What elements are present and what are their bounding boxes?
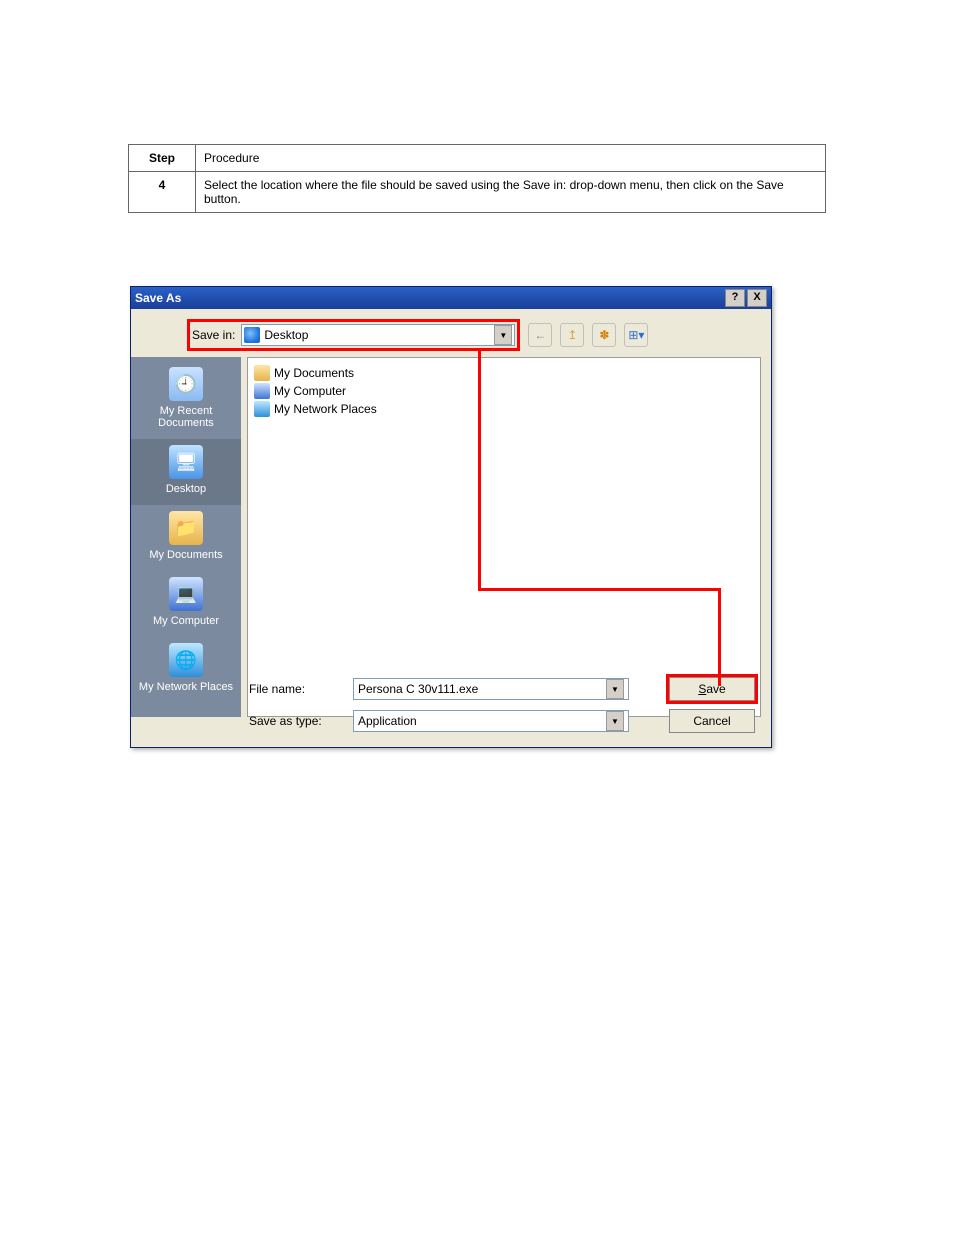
save-as-type-dropdown[interactable]: Application ▼ — [353, 710, 629, 732]
places-network[interactable]: 🌐 My Network Places — [131, 637, 241, 703]
places-computer-label: My Computer — [131, 615, 241, 627]
window-title: Save As — [135, 291, 181, 305]
help-button[interactable]: ? — [725, 289, 745, 307]
back-icon[interactable]: ← — [528, 323, 552, 347]
filename-value: Persona C 30v111.exe — [358, 682, 478, 696]
titlebar: Save As ? X — [131, 287, 771, 309]
save-in-label: Save in: — [192, 328, 235, 342]
my-computer-icon: 💻 — [169, 577, 203, 611]
desktop-icon: 🖥 — [169, 445, 203, 479]
save-as-dialog: Save As ? X Save in: Desktop ▼ ← ↥ ✽ ⊞▾ — [130, 286, 772, 748]
list-item[interactable]: My Computer — [254, 382, 754, 400]
list-item[interactable]: My Network Places — [254, 400, 754, 418]
file-label: My Computer — [274, 384, 346, 398]
my-computer-icon — [254, 383, 270, 399]
save-in-dropdown[interactable]: Desktop ▼ — [241, 324, 515, 346]
chevron-down-icon[interactable]: ▼ — [606, 711, 624, 731]
file-label: My Documents — [274, 366, 354, 380]
save-button[interactable]: Save — [669, 677, 755, 701]
places-documents[interactable]: 📁 My Documents — [131, 505, 241, 571]
places-recent-label: My Recent Documents — [131, 405, 241, 429]
annotation-line — [718, 588, 721, 686]
places-bar: 🕘 My Recent Documents 🖥 Desktop 📁 My Doc… — [131, 357, 241, 717]
places-computer[interactable]: 💻 My Computer — [131, 571, 241, 637]
recent-documents-icon: 🕘 — [169, 367, 203, 401]
list-item[interactable]: My Documents — [254, 364, 754, 382]
save-in-highlight: Save in: Desktop ▼ — [187, 319, 520, 351]
close-button[interactable]: X — [747, 289, 767, 307]
file-label: My Network Places — [274, 402, 377, 416]
save-in-value: Desktop — [264, 328, 308, 342]
places-documents-label: My Documents — [131, 549, 241, 561]
save-as-type-label: Save as type: — [249, 714, 353, 728]
toolbar: Save in: Desktop ▼ ← ↥ ✽ ⊞▾ — [131, 309, 771, 357]
places-desktop[interactable]: 🖥 Desktop — [131, 439, 241, 505]
my-network-places-icon — [254, 401, 270, 417]
instr-header-procedure: Procedure — [196, 145, 826, 172]
save-as-type-value: Application — [358, 714, 417, 728]
my-network-places-icon: 🌐 — [169, 643, 203, 677]
folder-icon — [254, 365, 270, 381]
file-list[interactable]: My Documents My Computer My Network Plac… — [247, 357, 761, 717]
my-documents-icon: 📁 — [169, 511, 203, 545]
places-desktop-label: Desktop — [131, 483, 241, 495]
places-recent[interactable]: 🕘 My Recent Documents — [131, 361, 241, 439]
places-network-label: My Network Places — [131, 681, 241, 693]
desktop-icon — [244, 327, 260, 343]
filename-field[interactable]: Persona C 30v111.exe ▼ — [353, 678, 629, 700]
instr-step-text: Select the location where the file shoul… — [196, 172, 826, 213]
annotation-line — [478, 588, 718, 591]
bottom-controls: File name: Persona C 30v111.exe ▼ Save S… — [249, 669, 759, 733]
new-folder-icon[interactable]: ✽ — [592, 323, 616, 347]
instr-step-number: 4 — [129, 172, 196, 213]
views-icon[interactable]: ⊞▾ — [624, 323, 648, 347]
filename-label: File name: — [249, 682, 353, 696]
up-one-level-icon[interactable]: ↥ — [560, 323, 584, 347]
instruction-table: Step Procedure 4 Select the location whe… — [128, 144, 826, 213]
chevron-down-icon[interactable]: ▼ — [606, 679, 624, 699]
chevron-down-icon[interactable]: ▼ — [494, 325, 512, 345]
annotation-line — [478, 348, 481, 588]
instr-header-step: Step — [129, 145, 196, 172]
cancel-button[interactable]: Cancel — [669, 709, 755, 733]
